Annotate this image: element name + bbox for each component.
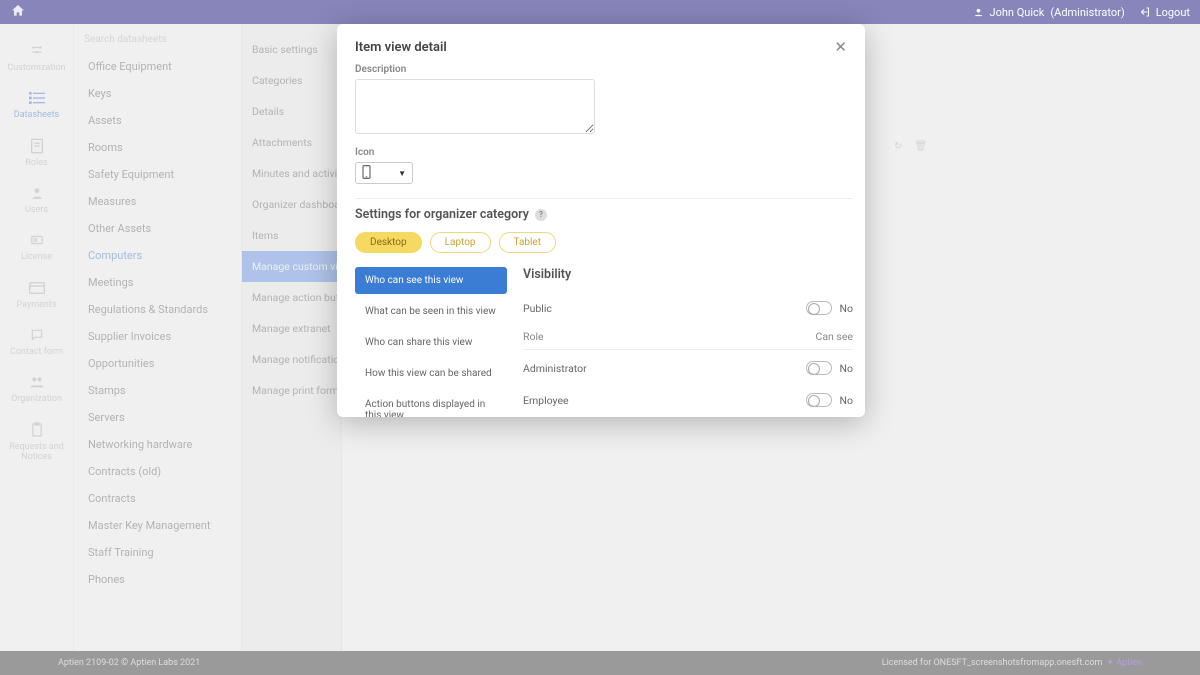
description-label: Description <box>355 64 853 75</box>
close-icon[interactable]: ✕ <box>834 38 847 56</box>
chevron-down-icon: ▼ <box>398 169 406 178</box>
category-pill-laptop[interactable]: Laptop <box>430 232 491 253</box>
phone-icon <box>362 165 371 182</box>
icon-label: Icon <box>355 147 853 158</box>
role-header: Role <box>523 330 815 343</box>
logout-label: Logout <box>1156 6 1190 19</box>
user-icon <box>973 7 984 18</box>
category-pill-desktop[interactable]: Desktop <box>355 232 422 253</box>
logout-icon <box>1139 6 1151 18</box>
tab-item[interactable]: Action buttons displayed in this view <box>355 391 507 417</box>
tab-item[interactable]: How this view can be shared <box>355 360 507 387</box>
modal-title: Item view detail <box>355 40 447 55</box>
public-label: Public <box>523 302 806 315</box>
public-value: No <box>840 302 853 315</box>
category-pill-tablet[interactable]: Tablet <box>499 232 556 253</box>
visibility-title: Visibility <box>523 267 853 282</box>
role-toggle[interactable] <box>806 393 832 407</box>
user-role: (Administrator) <box>1050 6 1124 19</box>
logout-button[interactable]: Logout <box>1139 6 1190 19</box>
user-menu[interactable]: John Quick (Administrator) <box>973 6 1125 19</box>
cansee-header: Can see <box>815 330 853 343</box>
item-view-detail-modal: Item view detail ✕ Description Icon ▼ Se… <box>337 24 865 417</box>
role-label: Employee <box>523 394 806 407</box>
settings-tabs: Who can see this view What can be seen in… <box>355 267 507 417</box>
help-icon[interactable]: ? <box>535 209 547 221</box>
category-pills: Desktop Laptop Tablet <box>355 232 853 253</box>
user-name: John Quick <box>990 6 1045 19</box>
role-value: No <box>840 362 853 375</box>
visibility-row: Administrator No <box>523 352 853 384</box>
tab-item[interactable]: What can be seen in this view <box>355 298 507 325</box>
footer-left: Aptien 2109-02 © Aptien Labs 2021 <box>58 658 200 668</box>
tab-item[interactable]: Who can see this view <box>355 267 507 294</box>
description-input[interactable] <box>355 79 595 134</box>
role-value: No <box>840 394 853 407</box>
role-label: Administrator <box>523 362 806 375</box>
footer-right: Licensed for ONESFT_screenshotsfromapp.o… <box>882 658 1103 668</box>
role-toggle[interactable] <box>806 361 832 375</box>
icon-select[interactable]: ▼ <box>355 162 413 184</box>
public-toggle[interactable] <box>806 301 832 315</box>
home-icon[interactable] <box>10 3 26 22</box>
tab-item[interactable]: Who can share this view <box>355 329 507 356</box>
settings-heading: Settings for organizer category ? <box>355 207 853 222</box>
footer-brand: ✦ Aptien <box>1106 658 1142 668</box>
visibility-row: Employee No <box>523 384 853 416</box>
